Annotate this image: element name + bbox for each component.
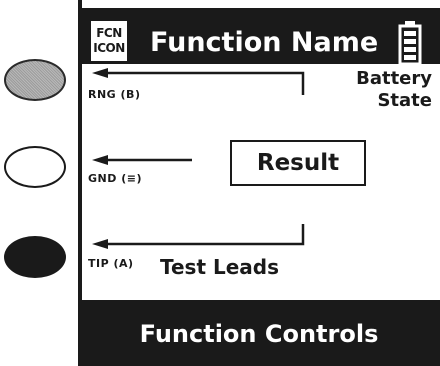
- battery-state-label: Battery State: [356, 68, 432, 112]
- battery-state-line1: Battery: [356, 68, 432, 89]
- device-screen: FCN ICON Function Name RNG (B) GND (≡) T…: [78, 0, 440, 366]
- result-box: Result: [230, 140, 366, 186]
- gnd-wire: [92, 155, 192, 165]
- function-controls-label: Function Controls: [139, 320, 379, 348]
- gray-side-button[interactable]: [4, 59, 66, 101]
- battery-state-line2: State: [377, 90, 432, 111]
- black-side-button[interactable]: [4, 236, 66, 278]
- gnd-label: GND (≡): [88, 172, 142, 185]
- test-leads-label: Test Leads: [160, 255, 280, 279]
- tip-wire: [92, 224, 305, 249]
- result-label: Result: [256, 150, 340, 176]
- rng-label: RNG (B): [88, 88, 141, 101]
- white-side-button[interactable]: [4, 146, 66, 188]
- tip-label: TIP (A): [88, 257, 134, 270]
